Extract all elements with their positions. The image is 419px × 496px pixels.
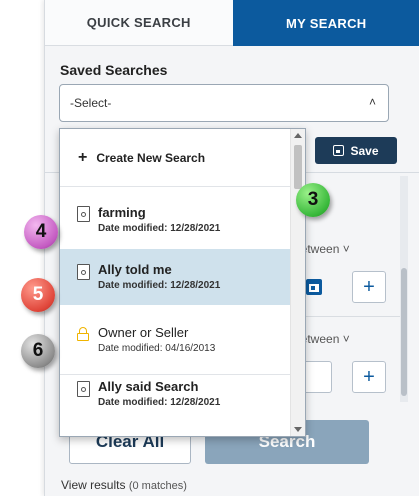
- saved-search-icon: [77, 206, 90, 222]
- create-new-search-option[interactable]: + Create New Search: [60, 129, 290, 187]
- saved-search-select[interactable]: -Select- ˄: [59, 84, 389, 122]
- tab-my-search[interactable]: MY SEARCH: [232, 0, 419, 46]
- saved-search-icon: [77, 264, 90, 280]
- saved-search-date: Date modified: 12/28/2021: [98, 397, 221, 408]
- add-criteria-button-2[interactable]: +: [352, 361, 386, 393]
- saved-search-date: Date modified: 12/28/2021: [98, 280, 221, 291]
- chevron-up-icon: ˄: [368, 95, 376, 109]
- chevron-down-icon: ˅: [342, 332, 350, 346]
- saved-search-item-ally-said-search[interactable]: Ally said Search Date modified: 12/28/20…: [60, 375, 290, 431]
- dropdown-scrollbar[interactable]: [290, 129, 305, 436]
- select-value: -Select-: [70, 96, 112, 110]
- callout-marker-5: 5: [21, 278, 55, 312]
- callout-marker-4: 4: [24, 215, 58, 249]
- saved-search-name: farming: [98, 205, 146, 220]
- scroll-down-icon[interactable]: [294, 427, 302, 432]
- save-button-label: Save: [350, 143, 379, 158]
- saved-search-date: Date modified: 04/16/2013: [98, 343, 216, 354]
- callout-marker-3: 3: [296, 183, 330, 217]
- tab-quick-search[interactable]: QUICK SEARCH: [45, 0, 233, 46]
- view-results[interactable]: View results (0 matches): [61, 478, 187, 492]
- lock-body: [77, 333, 89, 341]
- saved-search-name: Ally told me: [98, 262, 172, 277]
- panel-scroll-thumb[interactable]: [401, 268, 407, 396]
- saved-search-name: Ally said Search: [98, 379, 199, 394]
- saved-search-dropdown: + Create New Search farming Date modifie…: [59, 128, 306, 437]
- saved-search-item-owner-or-seller[interactable]: Owner or Seller Date modified: 04/16/201…: [60, 315, 290, 371]
- chevron-down-icon: ˅: [342, 242, 350, 256]
- lock-icon: [77, 327, 90, 343]
- saved-search-date: Date modified: 12/28/2021: [98, 223, 221, 234]
- callout-marker-6: 6: [21, 334, 55, 368]
- save-icon: [333, 145, 345, 156]
- search-tabs: QUICK SEARCH MY SEARCH: [45, 0, 419, 46]
- save-button[interactable]: Save: [315, 137, 397, 164]
- create-new-search-label: Create New Search: [96, 150, 206, 165]
- scroll-up-icon[interactable]: [294, 133, 302, 138]
- saved-search-icon: [77, 381, 90, 397]
- plus-icon: +: [78, 148, 88, 166]
- saved-search-item-ally-told-me[interactable]: Ally told me Date modified: 12/28/2021: [60, 249, 290, 305]
- saved-search-name: Owner or Seller: [98, 325, 189, 340]
- calendar-icon[interactable]: [306, 279, 322, 295]
- dropdown-scroll-thumb[interactable]: [294, 145, 302, 189]
- view-results-label: View results: [61, 478, 126, 492]
- criteria-divider: [290, 316, 402, 317]
- add-criteria-button-1[interactable]: +: [352, 271, 386, 303]
- saved-searches-label: Saved Searches: [60, 62, 168, 78]
- results-count: (0 matches): [128, 480, 187, 492]
- saved-search-item-farming[interactable]: farming Date modified: 12/28/2021: [60, 193, 290, 249]
